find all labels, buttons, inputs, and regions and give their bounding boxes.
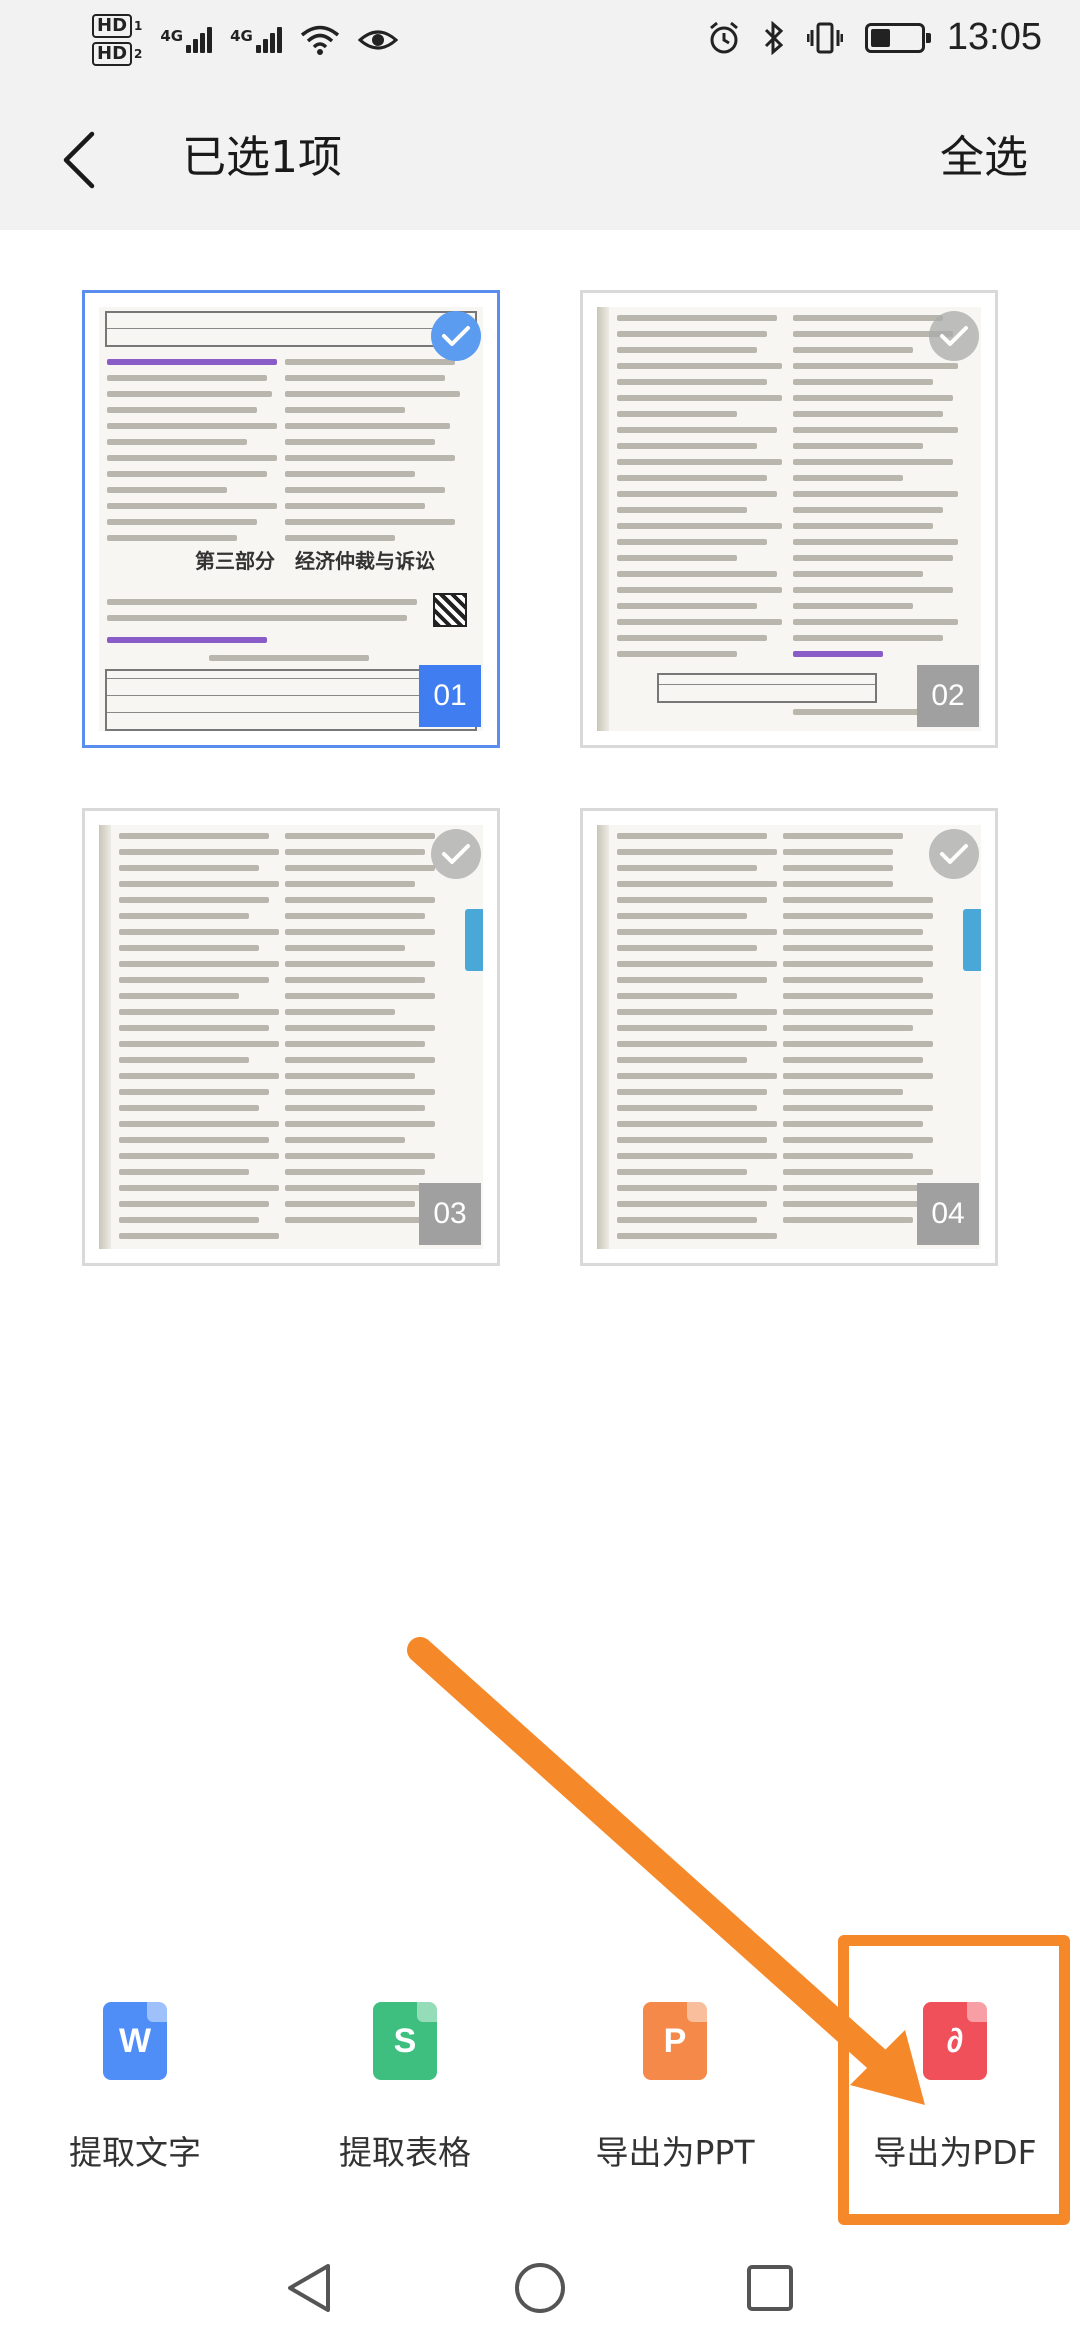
page-title: 已选1项 [182, 132, 342, 183]
unselected-check-icon[interactable] [929, 311, 979, 361]
network-type-1: 4G [160, 27, 184, 45]
selected-check-icon[interactable] [431, 311, 481, 361]
pdf-glyph: ∂ [946, 2021, 964, 2060]
wifi-icon [300, 25, 339, 55]
vibrate-icon [806, 22, 843, 53]
battery-icon [864, 22, 931, 53]
word-glyph: W [118, 2021, 152, 2060]
circle-home-icon [515, 2263, 565, 2313]
back-button[interactable] [50, 125, 110, 195]
unselected-check-icon[interactable] [431, 829, 481, 879]
page-card-02[interactable]: 02 [580, 290, 998, 748]
export-ppt-label: 导出为PPT [595, 2133, 755, 2172]
nav-home-button[interactable] [500, 2248, 580, 2328]
qr-code-image [433, 593, 467, 627]
page-heading: 第三部分 经济仲裁与诉讼 [195, 549, 435, 573]
system-navigation-bar [0, 2230, 1080, 2340]
pdf-file-icon: ∂ [923, 2002, 987, 2080]
signal-icon-2: 4G [230, 27, 282, 53]
sheet-file-icon: S [373, 2002, 437, 2080]
export-pdf-label: 导出为PDF [873, 2133, 1037, 2172]
hd-sub-2: 2 [134, 47, 143, 61]
hd-label-2: HD [92, 42, 133, 66]
select-all-button[interactable]: 全选 [940, 128, 1028, 188]
extract-table-button[interactable]: S 提取表格 [270, 1990, 540, 2210]
extract-text-button[interactable]: W 提取文字 [0, 1990, 270, 2210]
extract-table-label: 提取表格 [339, 2133, 471, 2172]
battery-level-fill [870, 28, 890, 47]
page-number-badge: 03 [419, 1183, 481, 1245]
ppt-glyph: P [663, 2021, 687, 2060]
nav-recents-button[interactable] [730, 2248, 810, 2328]
hd-indicators: HD 1 HD 2 [92, 14, 142, 66]
nav-back-button[interactable] [270, 2248, 350, 2328]
top-app-bar: 已选1项 全选 [0, 90, 1080, 230]
eye-icon [357, 30, 398, 50]
status-time: 13:05 [946, 16, 1042, 58]
word-file-icon: W [103, 2002, 167, 2080]
hd-sub-1: 1 [134, 19, 143, 33]
hd-indicator-2: HD 2 [92, 42, 142, 66]
status-right-group: 13:05 [707, 16, 1042, 59]
page-number-badge: 01 [419, 665, 481, 727]
hd-indicator-1: HD 1 [92, 14, 142, 38]
ppt-file-icon: P [643, 2002, 707, 2080]
unselected-check-icon[interactable] [929, 829, 979, 879]
status-bar: HD 1 HD 2 4G 4G 13:05 [0, 0, 1080, 90]
square-recents-icon [747, 2265, 793, 2311]
page-number-badge: 04 [917, 1183, 979, 1245]
page-card-01[interactable]: 第三部分 经济仲裁与诉讼 01 [82, 290, 500, 748]
sheet-glyph: S [393, 2021, 417, 2060]
chevron-left-icon [63, 131, 95, 189]
status-left-group: HD 1 HD 2 4G 4G [92, 14, 398, 66]
bluetooth-icon [764, 20, 784, 55]
page-number-badge: 02 [917, 665, 979, 727]
extract-text-label: 提取文字 [69, 2133, 201, 2172]
page-card-04[interactable]: 04 [580, 808, 998, 1266]
triangle-back-icon [288, 2264, 330, 2312]
network-type-2: 4G [230, 27, 253, 45]
alarm-icon [709, 21, 738, 53]
export-ppt-button[interactable]: P 导出为PPT [540, 1990, 810, 2210]
action-bar: W 提取文字 S 提取表格 P 导出为PPT ∂ 导出为PDF [0, 1990, 1080, 2250]
page-card-03[interactable]: 03 [82, 808, 500, 1266]
hd-label-1: HD [92, 14, 133, 38]
export-pdf-button[interactable]: ∂ 导出为PDF [820, 1990, 1080, 2210]
signal-icon-1: 4G [160, 27, 213, 53]
